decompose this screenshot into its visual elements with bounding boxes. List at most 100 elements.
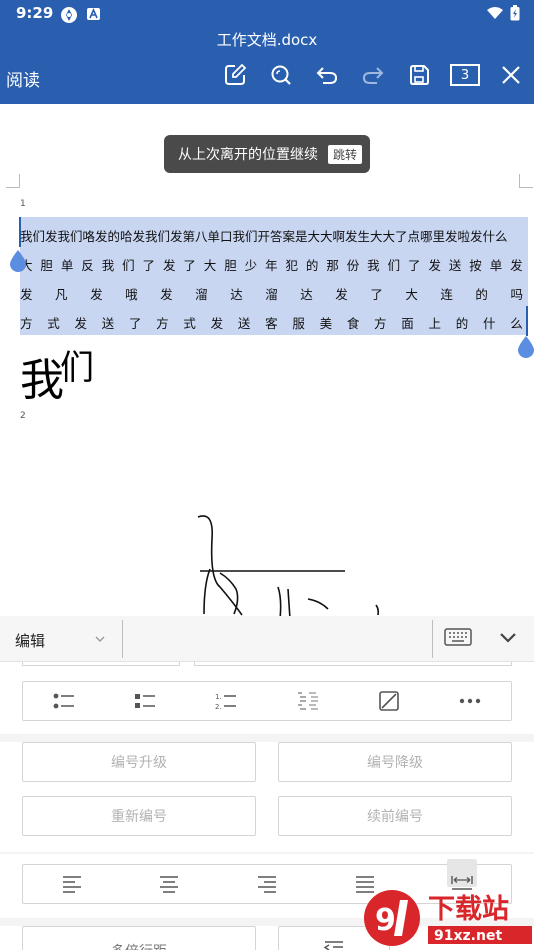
selection-end-cursor — [526, 306, 528, 336]
line-char: 达 — [230, 287, 243, 302]
line-char: 方 — [20, 316, 33, 331]
multilevel-list-button[interactable] — [278, 682, 338, 720]
numbered-list-icon: 1. 2. — [215, 693, 237, 711]
toast-text: 从上次离开的位置继续 — [178, 147, 318, 163]
edit-button[interactable] — [212, 60, 258, 90]
status-bar: 9:29 — [0, 0, 534, 28]
more-options-button[interactable] — [440, 682, 500, 720]
line-char: 方 — [374, 316, 387, 331]
align-center-icon — [160, 876, 179, 893]
line-char: 凡 — [55, 287, 68, 302]
line-char: 什 — [482, 316, 496, 331]
redo-icon — [362, 67, 384, 84]
line-char: 连 — [440, 287, 453, 302]
line-char: 单 — [489, 258, 503, 273]
align-left-button[interactable] — [42, 865, 102, 903]
no-list-button[interactable] — [359, 682, 419, 720]
line-char: 单 — [60, 258, 74, 273]
more-icon — [460, 698, 481, 704]
keyboard-icon[interactable] — [444, 628, 472, 646]
panel-header: 编辑 — [0, 616, 534, 662]
line-char: 溜 — [195, 287, 208, 302]
search-button[interactable] — [258, 60, 304, 90]
svg-text:9: 9 — [375, 903, 396, 938]
wifi-icon — [487, 7, 503, 19]
line-char: 了 — [183, 258, 196, 273]
line-char: 哦 — [125, 287, 138, 302]
divider — [122, 620, 123, 658]
status-time: 9:29 — [16, 4, 54, 22]
line-char: 达 — [300, 287, 313, 302]
large-text[interactable]: 我们 — [20, 340, 94, 408]
document-canvas[interactable]: 从上次离开的位置继续 跳转 1 我们发我们咯发的哈发我们发第八单口我们开答案是大… — [0, 104, 534, 616]
selection-end-handle[interactable] — [518, 336, 534, 358]
line-char: 年 — [265, 258, 278, 273]
edit-mode-select[interactable]: 编辑 — [15, 630, 45, 651]
bullet-list-button[interactable] — [34, 682, 94, 720]
line-char: 式 — [47, 316, 60, 331]
line-char: 的 — [305, 258, 319, 273]
multilevel-list-icon — [297, 692, 318, 710]
line-char: 吗 — [510, 287, 523, 302]
a-app-icon — [87, 8, 100, 20]
line-char: 发 — [210, 316, 224, 331]
line-char: 那 — [326, 258, 339, 273]
site-watermark-logo: 9 下载站 91xz.net — [364, 890, 532, 946]
document-line[interactable]: 大胆单反我们了发了大胆少年犯的那份我们了发送按单发 — [20, 254, 523, 278]
superscript-text: 们 — [60, 348, 94, 388]
line-char: 了 — [142, 258, 156, 273]
paragraph-number: 1 — [20, 199, 26, 209]
promote-numbering-button[interactable]: 编号升级 — [22, 742, 256, 782]
line-char: 面 — [401, 316, 414, 331]
chevron-down-icon — [95, 636, 105, 642]
line-char: 送 — [101, 316, 115, 331]
line-char: 送 — [237, 316, 251, 331]
document-line[interactable]: 方式发送了方式发送客服美食方面上的什么 — [20, 312, 523, 336]
read-mode-button[interactable]: 阅读 — [6, 66, 40, 91]
line-char: 了 — [128, 316, 142, 331]
divider — [432, 620, 433, 658]
line-char: 份 — [346, 258, 360, 273]
continue-numbering-button[interactable]: 续前编号 — [278, 796, 512, 836]
align-right-button[interactable] — [237, 865, 297, 903]
list-style-row: 1. 2. — [0, 670, 534, 734]
close-button[interactable] — [488, 60, 534, 90]
line-char: 发 — [162, 258, 176, 273]
line-char: 我 — [367, 258, 380, 273]
line-char: 我 — [101, 258, 115, 273]
undo-button[interactable] — [304, 60, 350, 90]
multi-line-spacing-button[interactable]: 多倍行距 — [22, 926, 256, 950]
jump-button[interactable]: 跳转 — [328, 144, 363, 164]
page-count-button[interactable]: 3 — [442, 60, 488, 90]
page-margin-corner — [6, 174, 20, 188]
numbered-list-button[interactable]: 1. 2. — [196, 682, 256, 720]
numbering-row: 编号升级 编号降级 重新编号 续前编号 — [0, 742, 534, 852]
document-line[interactable]: 发凡发哦发溜达溜达发了大连的吗 — [20, 283, 523, 307]
line-char: 发 — [20, 287, 33, 302]
line-char: 服 — [292, 316, 305, 331]
top-toolbar: 3 — [212, 60, 534, 90]
line-char: 反 — [81, 258, 94, 273]
edit-icon — [225, 63, 247, 85]
align-center-button[interactable] — [139, 865, 199, 903]
redo-button[interactable] — [350, 60, 396, 90]
settings-app-icon — [61, 7, 77, 23]
collapse-panel-icon[interactable] — [498, 631, 518, 645]
line-char: 们 — [122, 258, 135, 273]
line-char: 了 — [408, 258, 421, 273]
line-char: 么 — [510, 316, 523, 331]
save-button[interactable] — [396, 60, 442, 90]
page-count: 3 — [450, 64, 480, 86]
svg-text:2.: 2. — [215, 703, 222, 711]
document-line[interactable]: 我们发我们咯发的哈发我们发第八单口我们开答案是大大啊发生大大了点哪里发啦发什么 — [20, 225, 508, 249]
renumber-button[interactable]: 重新编号 — [22, 796, 256, 836]
line-char: 胆 — [40, 258, 53, 273]
demote-numbering-button[interactable]: 编号降级 — [278, 742, 512, 782]
svg-text:1.: 1. — [215, 693, 222, 701]
line-char: 发 — [428, 258, 441, 273]
undo-icon — [316, 67, 338, 84]
square-bullet-list-button[interactable] — [115, 682, 175, 720]
line-char: 上 — [428, 316, 442, 331]
selection-start-handle[interactable] — [10, 250, 26, 272]
line-char: 的 — [475, 287, 488, 302]
